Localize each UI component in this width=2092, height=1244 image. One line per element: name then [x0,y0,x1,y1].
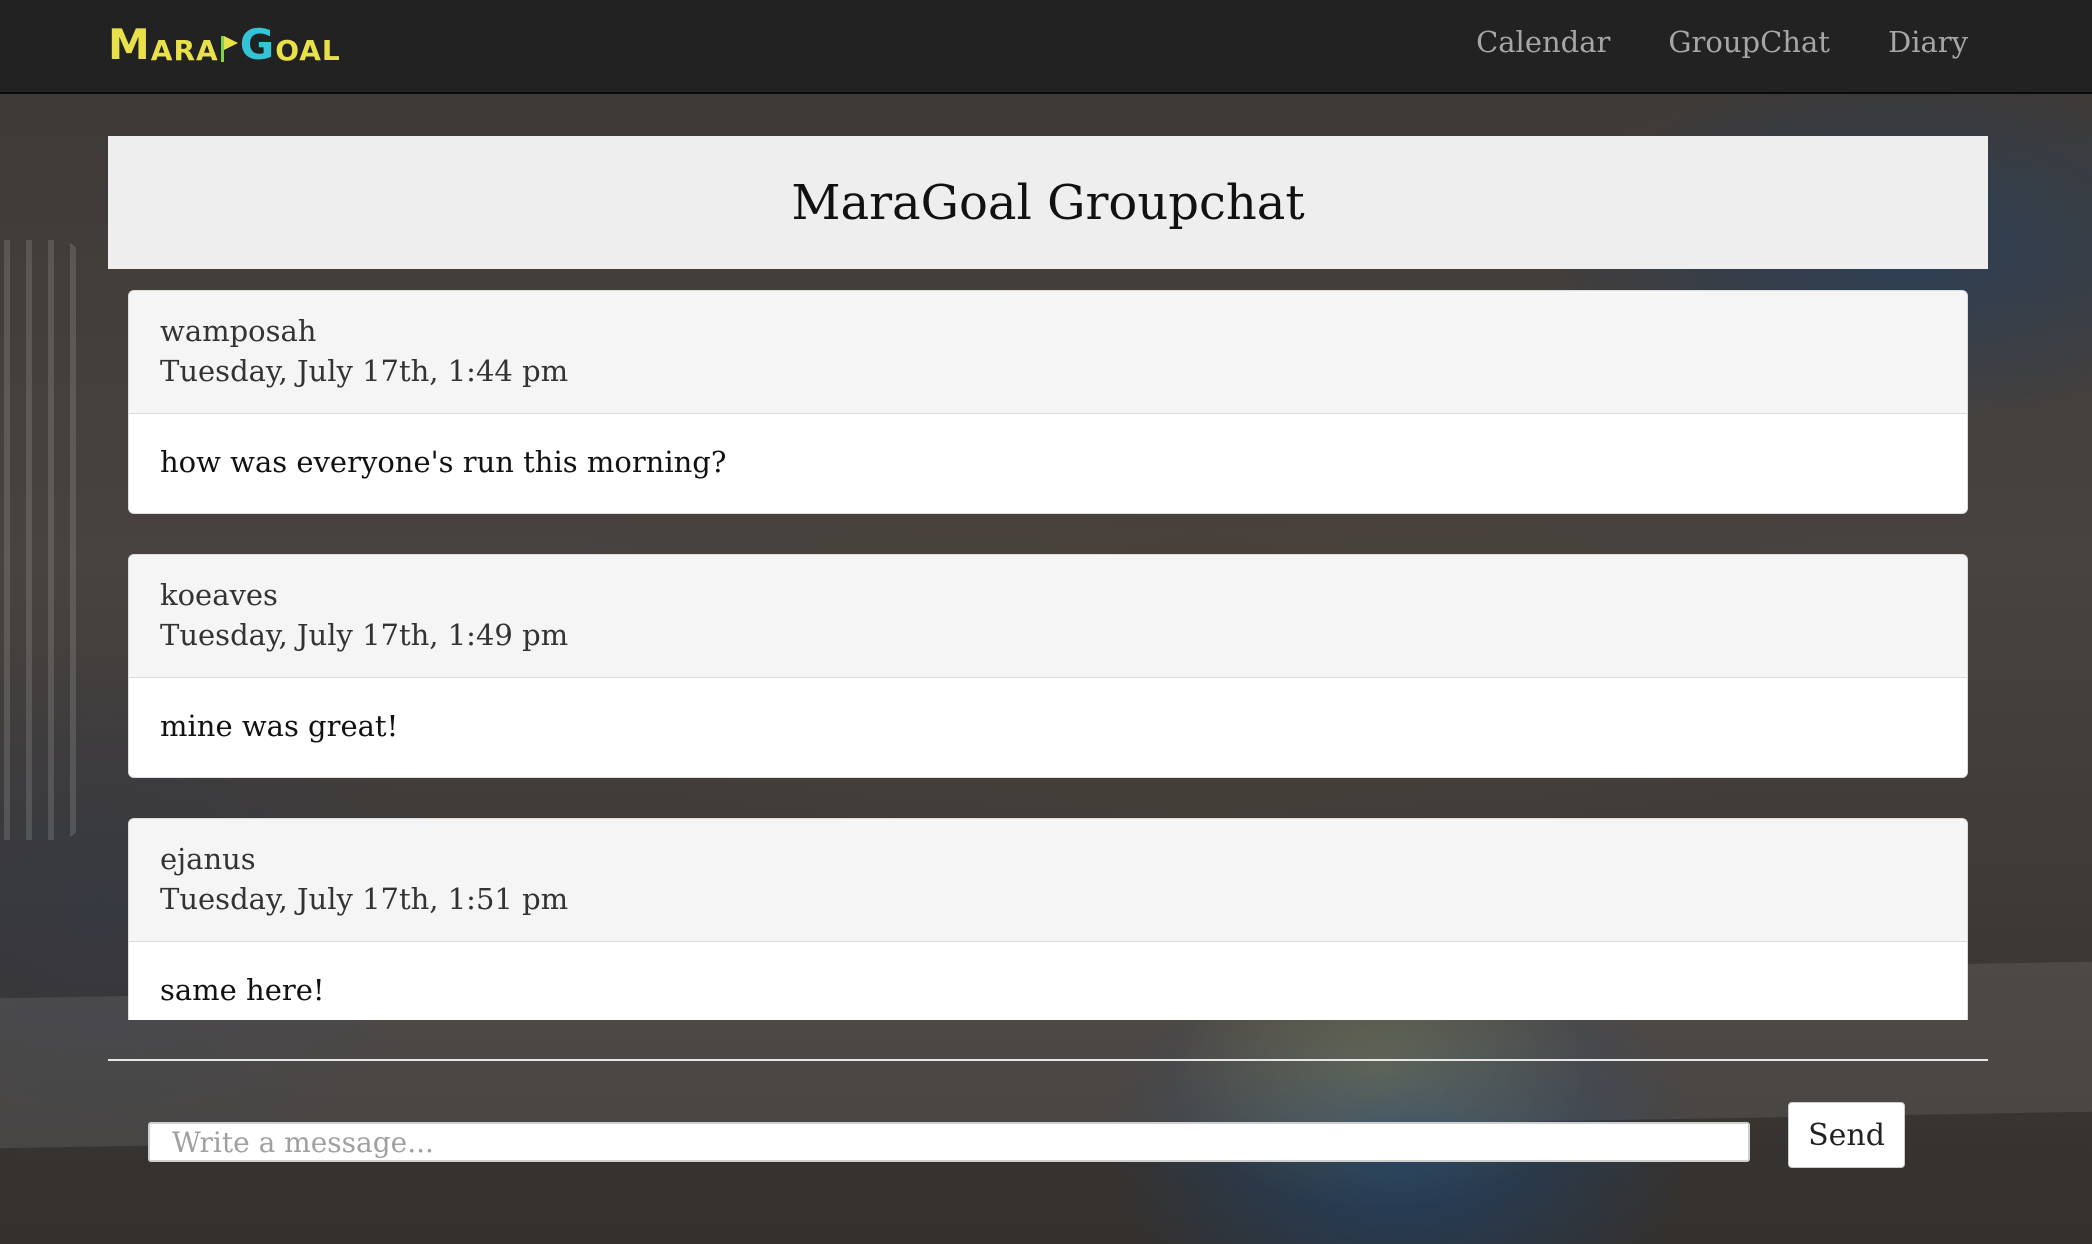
nav-link-calendar[interactable]: Calendar [1476,22,1610,62]
composer-divider [108,1059,1988,1061]
message-author: koeaves [160,578,278,612]
message-timestamp: Tuesday, July 17th, 1:44 pm [160,354,569,388]
message-card: koeaves Tuesday, July 17th, 1:49 pm mine… [128,554,1968,778]
message-text: mine was great! [160,709,399,743]
maragoal-logo[interactable]: M ARA G OAL [108,22,341,66]
page-header: MaraGoal Groupchat [108,136,1988,269]
message-author: ejanus [160,842,256,876]
flag-icon [220,36,238,62]
message-header: wamposah Tuesday, July 17th, 1:44 pm [129,291,1967,414]
message-list[interactable]: wamposah Tuesday, July 17th, 1:44 pm how… [128,290,1968,1020]
message-card: ejanus Tuesday, July 17th, 1:51 pm same … [128,818,1968,1020]
message-author: wamposah [160,314,317,348]
nav-link-diary[interactable]: Diary [1888,22,1968,62]
message-input[interactable] [148,1122,1750,1162]
top-navbar: M ARA G OAL Calendar GroupChat Diary [0,0,2092,94]
message-text: same here! [160,973,325,1007]
message-text: how was everyone's run this morning? [160,445,727,479]
logo-letters-oal: OAL [275,34,341,67]
logo-letter-g: G [239,20,276,69]
message-header: koeaves Tuesday, July 17th, 1:49 pm [129,555,1967,678]
send-button[interactable]: Send [1788,1102,1905,1168]
logo-letter-m: M [108,20,151,69]
logo-letters-ara: ARA [150,34,219,67]
message-timestamp: Tuesday, July 17th, 1:49 pm [160,618,569,652]
nav-link-groupchat[interactable]: GroupChat [1668,22,1830,62]
nav-links: Calendar GroupChat Diary [1476,22,1968,62]
message-timestamp: Tuesday, July 17th, 1:51 pm [160,882,569,916]
message-card: wamposah Tuesday, July 17th, 1:44 pm how… [128,290,1968,514]
page-title: MaraGoal Groupchat [791,174,1305,231]
message-header: ejanus Tuesday, July 17th, 1:51 pm [129,819,1967,942]
